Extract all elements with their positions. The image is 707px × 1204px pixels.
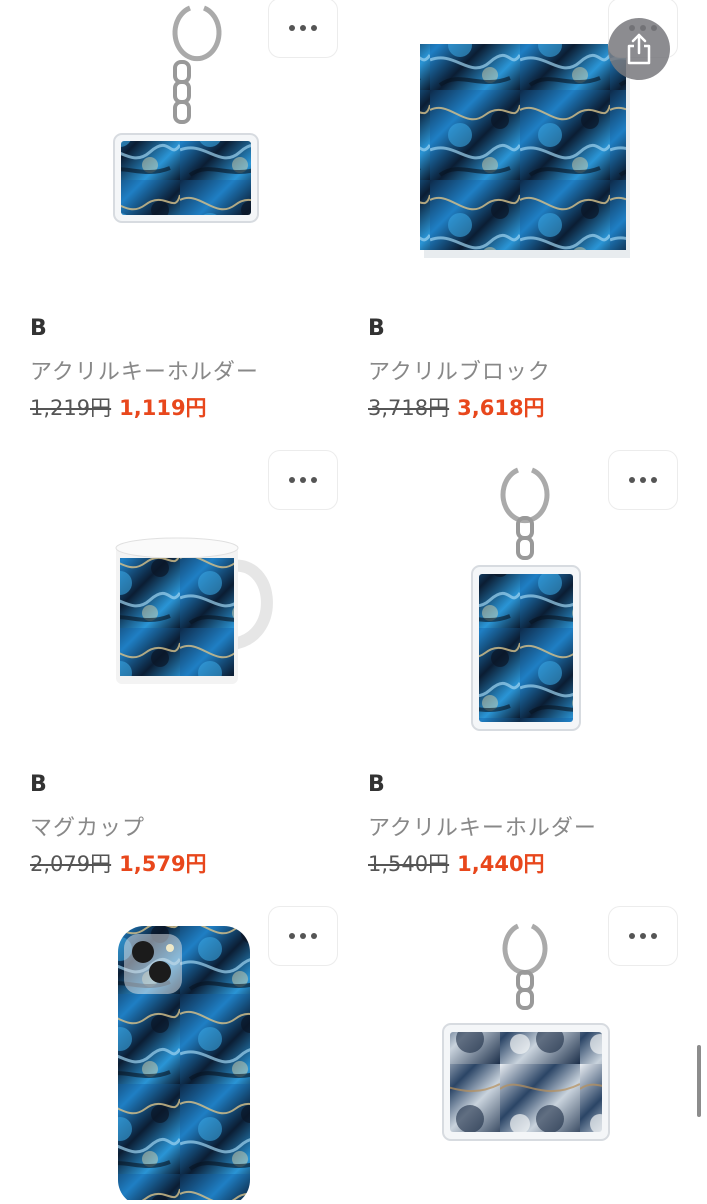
more-dots-icon <box>289 933 317 939</box>
more-options-button[interactable] <box>268 450 338 510</box>
more-dots-icon <box>289 477 317 483</box>
more-dots-icon <box>629 933 657 939</box>
more-options-button[interactable] <box>268 0 338 58</box>
more-options-button[interactable] <box>608 450 678 510</box>
product-name[interactable]: アクリルキーホルダー <box>368 810 597 842</box>
sale-price: 1,440円 <box>457 852 545 876</box>
product-name[interactable]: マグカップ <box>30 810 145 842</box>
sale-price: 1,579円 <box>119 852 207 876</box>
product-card[interactable] <box>0 904 340 1204</box>
more-dots-icon <box>289 25 317 31</box>
product-card[interactable]: B マグカップ 2,079円 1,579円 <box>0 448 340 888</box>
sale-price: 1,119円 <box>119 396 207 420</box>
original-price: 1,219円 <box>30 396 112 420</box>
share-button[interactable] <box>608 18 670 80</box>
price-row: 2,079円 1,579円 <box>30 848 207 878</box>
shop-name: B <box>368 772 385 797</box>
product-card[interactable]: B アクリルキーホルダー 1,540円 1,440円 <box>340 448 680 888</box>
shop-name: B <box>30 772 47 797</box>
scrollbar[interactable] <box>697 1045 701 1117</box>
price-row: 3,718円 3,618円 <box>368 392 545 422</box>
product-card[interactable] <box>340 904 680 1200</box>
more-options-button[interactable] <box>608 906 678 966</box>
shop-name: B <box>30 316 47 341</box>
product-name[interactable]: アクリルキーホルダー <box>30 354 259 386</box>
product-card[interactable]: B アクリルキーホルダー 1,219円 1,119円 <box>0 0 340 440</box>
original-price: 2,079円 <box>30 852 112 876</box>
product-name[interactable]: アクリルブロック <box>368 354 551 386</box>
sale-price: 3,618円 <box>457 396 545 420</box>
share-icon <box>627 33 651 65</box>
shop-name: B <box>368 316 385 341</box>
price-row: 1,540円 1,440円 <box>368 848 545 878</box>
more-options-button[interactable] <box>268 906 338 966</box>
price-row: 1,219円 1,119円 <box>30 392 207 422</box>
original-price: 1,540円 <box>368 852 450 876</box>
original-price: 3,718円 <box>368 396 450 420</box>
more-dots-icon <box>629 477 657 483</box>
